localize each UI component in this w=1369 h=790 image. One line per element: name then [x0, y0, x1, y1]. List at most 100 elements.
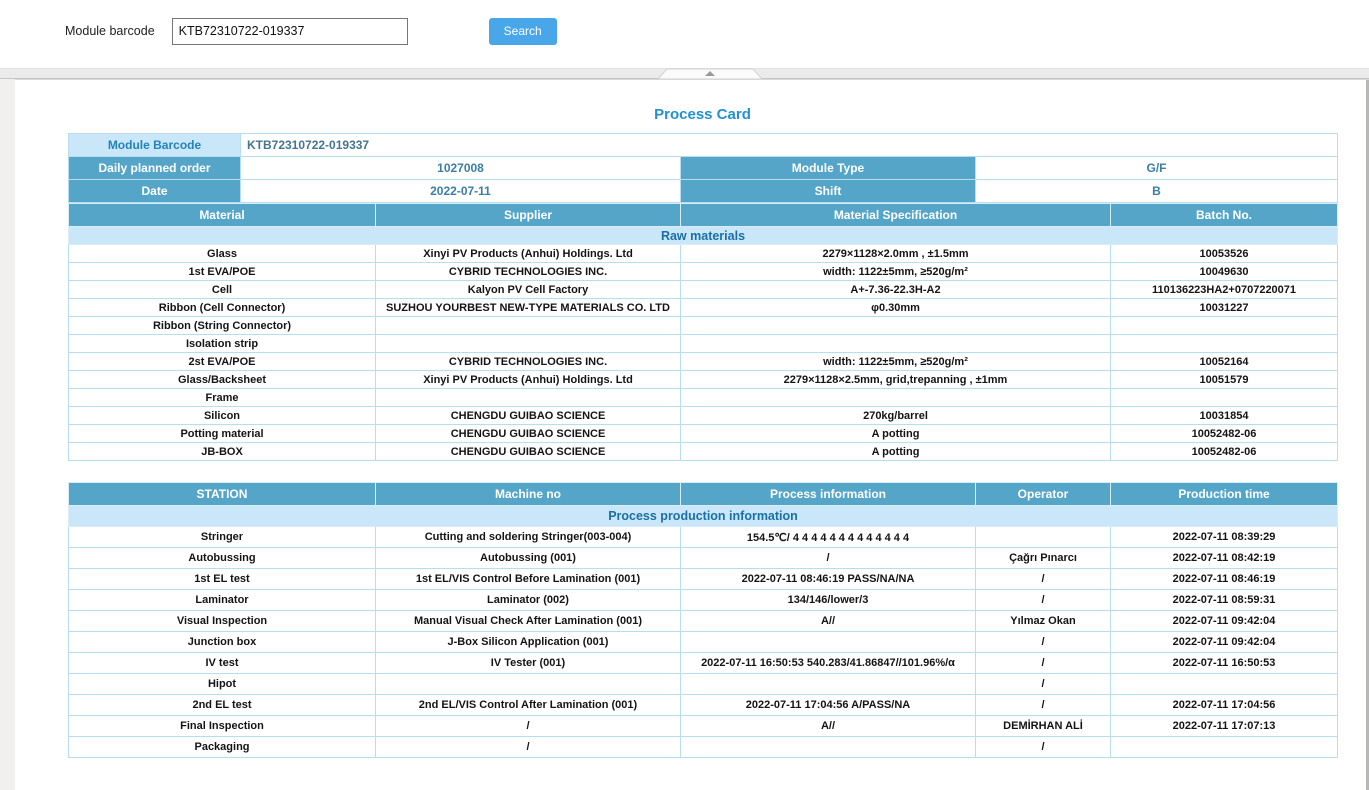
table-row: Date 2022-07-11 Shift B: [69, 180, 1338, 203]
table-row: Glass/BacksheetXinyi PV Products (Anhui)…: [69, 371, 1338, 389]
table-cell: 10031854: [1111, 407, 1338, 425]
table-cell: [376, 317, 681, 335]
table-cell: Frame: [69, 389, 376, 407]
table-cell: 10052482-06: [1111, 425, 1338, 443]
table-row: CellKalyon PV Cell FactoryA+-7.36-22.3H-…: [69, 281, 1338, 299]
section-band-row: Process production information: [69, 506, 1338, 527]
module-type-value-cell: G/F: [976, 157, 1338, 180]
daily-planned-order-header-cell: Daily planned order: [69, 157, 241, 180]
table-cell: A potting: [681, 443, 1111, 461]
table-cell: 10051579: [1111, 371, 1338, 389]
module-barcode-label: Module barcode: [65, 24, 155, 38]
table-row: Hipot /: [69, 674, 1338, 695]
table-row: GlassXinyi PV Products (Anhui) Holdings.…: [69, 245, 1338, 263]
module-barcode-input[interactable]: [172, 18, 408, 45]
splitter-collapse-handle[interactable]: [657, 67, 763, 79]
table-cell: Ribbon (Cell Connector): [69, 299, 376, 317]
table-cell: 10052164: [1111, 353, 1338, 371]
table-cell: [976, 527, 1111, 548]
table-cell: 134/146/lower/3: [681, 590, 976, 611]
table-cell: Autobussing: [69, 548, 376, 569]
date-header-cell: Date: [69, 180, 241, 203]
table-cell: 1st EVA/POE: [69, 263, 376, 281]
table-cell: 10052482-06: [1111, 443, 1338, 461]
table-cell: Stringer: [69, 527, 376, 548]
table-cell: /: [976, 653, 1111, 674]
table-cell: IV test: [69, 653, 376, 674]
table-cell: Yılmaz Okan: [976, 611, 1111, 632]
table-cell: Final Inspection: [69, 716, 376, 737]
table-cell: SUZHOU YOURBEST NEW-TYPE MATERIALS CO. L…: [376, 299, 681, 317]
table-cell: Hipot: [69, 674, 376, 695]
table-cell: /: [976, 674, 1111, 695]
table-cell: [376, 335, 681, 353]
module-barcode-header-cell: Module Barcode: [69, 134, 241, 157]
table-cell: 2022-07-11 08:46:19 PASS/NA/NA: [681, 569, 976, 590]
module-type-header-cell: Module Type: [681, 157, 976, 180]
raw-materials-table: Raw materials Material Supplier Material…: [68, 203, 1338, 461]
table-cell: [1111, 737, 1338, 758]
search-button[interactable]: Search: [489, 18, 557, 45]
table-row: 1st EL test1st EL/VIS Control Before Lam…: [69, 569, 1338, 590]
table-row: Isolation strip: [69, 335, 1338, 353]
section-band-row: Raw materials: [69, 227, 1338, 245]
table-cell: Glass: [69, 245, 376, 263]
column-header-station: STATION: [69, 483, 376, 506]
table-cell: CHENGDU GUIBAO SCIENCE: [376, 443, 681, 461]
table-cell: 1st EL/VIS Control Before Lamination (00…: [376, 569, 681, 590]
table-cell: Visual Inspection: [69, 611, 376, 632]
table-cell: A potting: [681, 425, 1111, 443]
raw-materials-section-title: Raw materials: [69, 227, 1338, 245]
table-cell: J-Box Silicon Application (001): [376, 632, 681, 653]
process-production-table: Process production information STATION M…: [68, 482, 1338, 758]
table-cell: 2nd EL/VIS Control After Lamination (001…: [376, 695, 681, 716]
table-cell: A+-7.36-22.3H-A2: [681, 281, 1111, 299]
process-card-panel: Process Card Module Barcode KTB72310722-…: [15, 79, 1369, 790]
table-cell: 110136223HA2+0707220071: [1111, 281, 1338, 299]
table-cell: 1st EL test: [69, 569, 376, 590]
table-row: AutobussingAutobussing (001)/Çağrı Pınar…: [69, 548, 1338, 569]
table-cell: Silicon: [69, 407, 376, 425]
table-cell: 154.5℃/ 4 4 4 4 4 4 4 4 4 4 4 4 4: [681, 527, 976, 548]
table-row: LaminatorLaminator (002)134/146/lower/3/…: [69, 590, 1338, 611]
table-row: SiliconCHENGDU GUIBAO SCIENCE270kg/barre…: [69, 407, 1338, 425]
table-cell: width: 1122±5mm, ≥520g/m²: [681, 263, 1111, 281]
table-cell: 2022-07-11 08:39:29: [1111, 527, 1338, 548]
table-cell: 2022-07-11 08:59:31: [1111, 590, 1338, 611]
table-row: StringerCutting and soldering Stringer(0…: [69, 527, 1338, 548]
shift-value-cell: B: [976, 180, 1338, 203]
table-cell: 2022-07-11 17:04:56 A/PASS/NA: [681, 695, 976, 716]
table-cell: /: [976, 590, 1111, 611]
table-cell: Cutting and soldering Stringer(003-004): [376, 527, 681, 548]
table-cell: /: [976, 569, 1111, 590]
table-row: Visual InspectionManual Visual Check Aft…: [69, 611, 1338, 632]
table-row: Ribbon (String Connector): [69, 317, 1338, 335]
table-cell: 2279×1128×2.0mm , ±1.5mm: [681, 245, 1111, 263]
table-row: 2nd EL test2nd EL/VIS Control After Lami…: [69, 695, 1338, 716]
table-cell: Junction box: [69, 632, 376, 653]
table-row: JB-BOXCHENGDU GUIBAO SCIENCEA potting100…: [69, 443, 1338, 461]
search-toolbar: Module barcode Search: [0, 0, 1369, 62]
table-cell: /: [376, 737, 681, 758]
table-cell: 2022-07-11 17:07:13: [1111, 716, 1338, 737]
table-cell: /: [681, 548, 976, 569]
table-cell: [1111, 674, 1338, 695]
table-row: Module Barcode KTB72310722-019337: [69, 134, 1338, 157]
table-cell: φ0.30mm: [681, 299, 1111, 317]
table-cell: [1111, 389, 1338, 407]
table-cell: 10031227: [1111, 299, 1338, 317]
table-cell: CHENGDU GUIBAO SCIENCE: [376, 425, 681, 443]
page-title: Process Card: [68, 106, 1337, 123]
date-value-cell: 2022-07-11: [241, 180, 681, 203]
column-header-material: Material: [69, 204, 376, 227]
daily-planned-order-value-cell: 1027008: [241, 157, 681, 180]
table-cell: Packaging: [69, 737, 376, 758]
table-cell: DEMİRHAN ALİ: [976, 716, 1111, 737]
table-row: Final Inspection/A//DEMİRHAN ALİ2022-07-…: [69, 716, 1338, 737]
table-cell: Isolation strip: [69, 335, 376, 353]
column-header-material-specification: Material Specification: [681, 204, 1111, 227]
table-cell: Çağrı Pınarcı: [976, 548, 1111, 569]
table-row: Packaging//: [69, 737, 1338, 758]
table-cell: A//: [681, 716, 976, 737]
column-header-batch-no: Batch No.: [1111, 204, 1338, 227]
